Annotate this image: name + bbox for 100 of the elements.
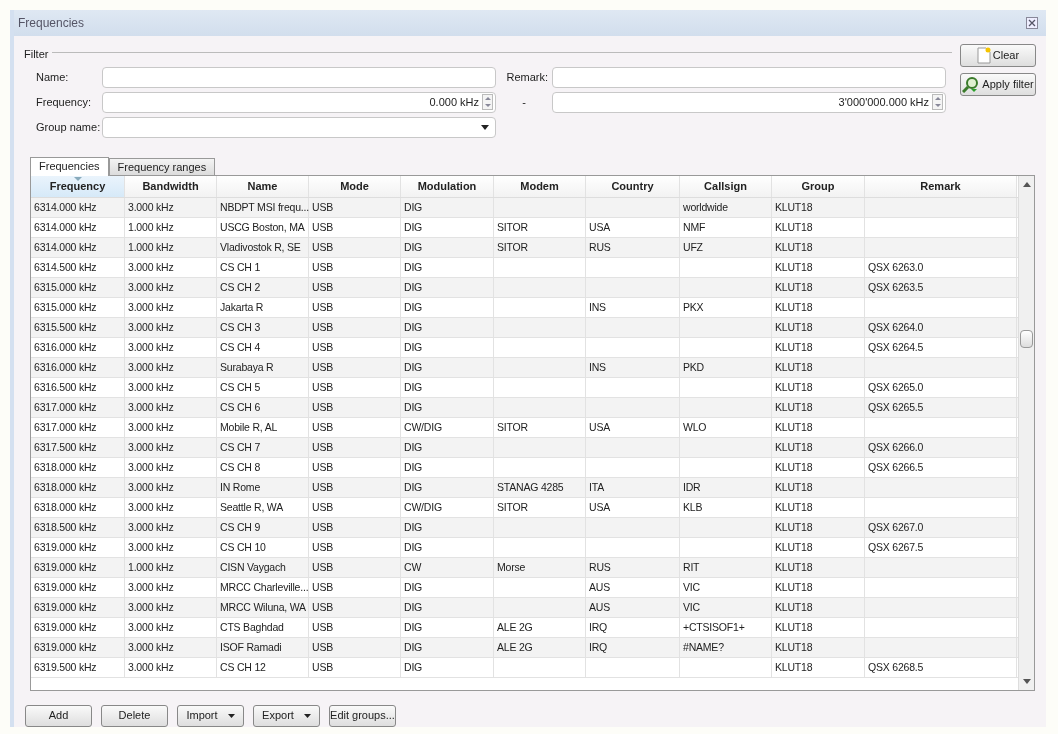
- table-cell-text: IN Rome: [219, 479, 261, 495]
- table-cell-text: 3.000 kHz: [127, 379, 174, 395]
- table-cell-text: IDR: [682, 479, 701, 495]
- table-cell-text: CS CH 8: [219, 459, 261, 475]
- scroll-down-icon[interactable]: [1023, 678, 1031, 684]
- button[interactable]: Edit groups...: [329, 704, 396, 727]
- table-cell-text: 6314.000 kHz: [33, 219, 97, 235]
- table-cell-text: 3.000 kHz: [127, 439, 174, 455]
- table-cell-text: DIG: [403, 619, 423, 635]
- table-cell-text: 3.000 kHz: [127, 399, 174, 415]
- remark-field[interactable]: [552, 66, 946, 88]
- table-cell-text: USB: [311, 359, 333, 375]
- table-cell-text: USB: [311, 559, 333, 575]
- table-cell-text: AUS: [588, 579, 610, 595]
- table-cell-text: Vladivostok R, SE: [219, 239, 301, 255]
- table-cell-text: 3.000 kHz: [127, 279, 174, 295]
- group-dropdown[interactable]: [102, 116, 496, 138]
- apply-filter-button[interactable]: Apply filter: [960, 73, 1036, 96]
- table-cell-text: KLUT18: [774, 499, 813, 515]
- table-cell-text: KLUT18: [774, 659, 813, 675]
- column-header[interactable]: Remark: [865, 175, 1017, 197]
- frequency-to-field[interactable]: 3'000'000.000 kHz: [552, 91, 946, 113]
- close-button[interactable]: [1026, 17, 1038, 29]
- table-cell-text: CW/DIG: [403, 419, 442, 435]
- scroll-thumb[interactable]: [1020, 329, 1033, 348]
- table-cell-text: KLUT18: [774, 559, 813, 575]
- table-cell-text: KLUT18: [774, 439, 813, 455]
- table-cell-text: 6316.000 kHz: [33, 339, 97, 355]
- column-header[interactable]: Country: [586, 175, 680, 197]
- table-cell-text: DIG: [403, 239, 423, 255]
- table-cell-text: DIG: [403, 299, 423, 315]
- spin-buttons[interactable]: [932, 94, 943, 110]
- column-header[interactable]: Modulation: [401, 175, 494, 197]
- table-cell-text: worldwide: [682, 199, 728, 215]
- table-cell-text: USB: [311, 399, 333, 415]
- spin-buttons[interactable]: [482, 94, 493, 110]
- table-cell-text: USB: [311, 459, 333, 475]
- table-cell-text: QSX 6265.5: [867, 399, 924, 415]
- table-cell-text: USB: [311, 619, 333, 635]
- table-cell-text: SITOR: [496, 219, 528, 235]
- tab[interactable]: Frequency ranges: [108, 157, 216, 175]
- table-cell-text: USB: [311, 219, 333, 235]
- table-cell-text: #NAME?: [682, 639, 724, 655]
- menu-button[interactable]: Export: [253, 704, 320, 727]
- table-cell-text: STANAG 4285: [496, 479, 564, 495]
- table-cell-text: QSX 6264.0: [867, 319, 924, 335]
- table-cell-text: 3.000 kHz: [127, 459, 174, 475]
- column-header[interactable]: Name: [217, 175, 309, 197]
- table-cell-text: CS CH 6: [219, 399, 261, 415]
- table-cell-text: ALE 2G: [496, 639, 533, 655]
- table-cell-text: 6316.000 kHz: [33, 359, 97, 375]
- table-cell-text: 1.000 kHz: [127, 219, 174, 235]
- table-cell-text: Morse: [496, 559, 526, 575]
- field-label: Remark:: [505, 69, 549, 85]
- table-cell-text: KLUT18: [774, 339, 813, 355]
- scrollbar[interactable]: [1018, 175, 1034, 690]
- table-cell-text: CW/DIG: [403, 499, 442, 515]
- table-cell-text: DIG: [403, 599, 423, 615]
- range-separator: -: [521, 94, 527, 110]
- tab[interactable]: Frequencies: [30, 156, 109, 176]
- column-header[interactable]: Bandwidth: [125, 175, 217, 197]
- column-header[interactable]: Callsign: [680, 175, 772, 197]
- column-header[interactable]: Modem: [494, 175, 586, 197]
- new-document-icon: [976, 47, 991, 64]
- table-cell-text: KLUT18: [774, 519, 813, 535]
- table-cell-text: SITOR: [496, 239, 528, 255]
- table-cell-text: 6318.000 kHz: [33, 479, 97, 495]
- table-cell-text: CS CH 2: [219, 279, 261, 295]
- column-header[interactable]: Mode: [309, 175, 401, 197]
- table-cell-text: ISOF Ramadi: [219, 639, 282, 655]
- column-header[interactable]: Group: [772, 175, 865, 197]
- dropdown-arrow-icon: [303, 713, 311, 718]
- frequency-from-field[interactable]: 0.000 kHz: [102, 91, 496, 113]
- table-cell-text: QSX 6267.5: [867, 539, 924, 555]
- table-cell-text: CS CH 7: [219, 439, 261, 455]
- table-cell-text: ALE 2G: [496, 619, 533, 635]
- button[interactable]: Add: [25, 704, 92, 727]
- table-cell-text: CW: [403, 559, 422, 575]
- table-cell-text: PKD: [682, 359, 704, 375]
- table-cell-text: KLUT18: [774, 279, 813, 295]
- table-cell-text: 3.000 kHz: [127, 199, 174, 215]
- table-cell-text: IRQ: [588, 639, 608, 655]
- menu-button[interactable]: Import: [177, 704, 244, 727]
- table-cell-text: Seattle R, WA: [219, 499, 283, 515]
- table-cell-text: MRCC Wiluna, WA: [219, 599, 306, 615]
- table-cell-text: 6318.000 kHz: [33, 499, 97, 515]
- table-cell-text: RIT: [682, 559, 700, 575]
- dropdown-arrow-icon: [227, 713, 235, 718]
- button[interactable]: Delete: [101, 704, 168, 727]
- name-field[interactable]: [102, 66, 496, 88]
- table-cell-text: DIG: [403, 459, 423, 475]
- table-cell-text: 3.000 kHz: [127, 659, 174, 675]
- scroll-up-icon[interactable]: [1023, 181, 1031, 187]
- table-cell-text: INS: [588, 299, 606, 315]
- table-cell-text: 6319.000 kHz: [33, 539, 97, 555]
- clear-button[interactable]: Clear: [960, 44, 1036, 67]
- table-cell-text: USA: [588, 419, 610, 435]
- table-cell-text: UFZ: [682, 239, 703, 255]
- column-header[interactable]: Frequency: [31, 175, 125, 197]
- table-cell-text: KLUT18: [774, 459, 813, 475]
